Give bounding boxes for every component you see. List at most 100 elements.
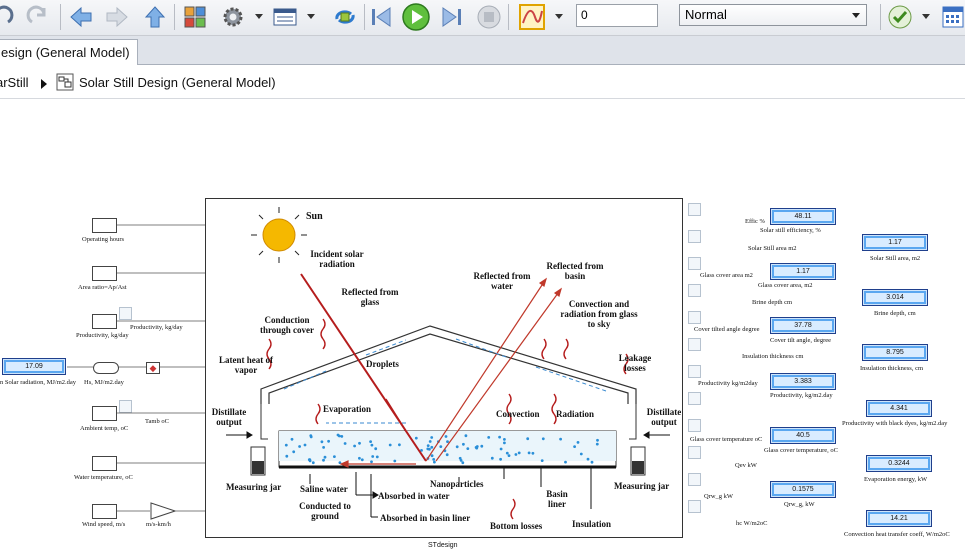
stop-icon[interactable] xyxy=(474,2,504,32)
link-icon xyxy=(688,230,701,243)
output-variable-label: Solar Still area m2 xyxy=(748,245,797,252)
link-icon xyxy=(688,338,701,351)
graph-icon[interactable] xyxy=(517,2,547,32)
step-forward-icon[interactable] xyxy=(437,2,467,32)
link-icon xyxy=(688,284,701,297)
breadcrumb-parent[interactable]: arStill xyxy=(0,75,29,90)
output-variable-label: Cover tilted angle degree xyxy=(694,326,760,333)
convection-label: Convection xyxy=(496,409,540,419)
time-input[interactable]: 0 xyxy=(576,4,658,27)
incident-label: Incident solar radiation xyxy=(310,249,364,269)
output-label: Convection heat transfer coeff, W/m2oC xyxy=(844,531,950,538)
measuring-jar-left-label: Measuring jar xyxy=(226,482,282,492)
saline-water-label: Saline water xyxy=(300,484,348,494)
output-value: 0.3244 xyxy=(870,459,928,468)
latent-heat-label: Latent heat of vapor xyxy=(219,355,273,375)
link-icon xyxy=(688,365,701,378)
output-display: 4.341 xyxy=(866,400,932,417)
back-arrow-icon[interactable] xyxy=(66,2,96,32)
calendar-icon[interactable] xyxy=(938,2,965,32)
measuring-jar-right-label: Measuring jar xyxy=(614,481,670,491)
output-value: 1.17 xyxy=(774,267,832,276)
output-display: 3.383 xyxy=(770,373,836,390)
output-label: Cover tilt angle, degree xyxy=(770,337,832,344)
nanoparticles-label: Nanoparticles xyxy=(430,479,484,489)
left-connectors xyxy=(67,224,205,512)
link-icon xyxy=(688,392,701,405)
output-display: 0.3244 xyxy=(866,455,932,472)
output-value: 8.795 xyxy=(866,348,924,357)
output-value: 0.1575 xyxy=(774,485,832,494)
sun-icon xyxy=(251,207,307,263)
output-variable-label: Insulation thickness cm xyxy=(742,353,804,360)
conv-rad-glass-label: Convection and radiation from glass to s… xyxy=(560,299,638,329)
distillate-left-label: Distillate output xyxy=(211,407,247,427)
output-value: 1.17 xyxy=(866,238,924,247)
output-value: 48.11 xyxy=(774,212,832,221)
output-display: 14.21 xyxy=(866,510,932,527)
forward-arrow-icon[interactable] xyxy=(102,2,132,32)
output-value: 3.383 xyxy=(774,377,832,386)
distillate-right-label: Distillate output xyxy=(646,407,682,427)
bottom-losses-label: Bottom losses xyxy=(490,521,543,531)
output-variable-label: Productivity kg/m2day xyxy=(698,380,758,387)
link-icon xyxy=(688,257,701,270)
conduction-cover-label: Conduction through cover xyxy=(259,315,315,335)
output-value: 4.341 xyxy=(870,404,928,413)
check-icon[interactable] xyxy=(885,2,915,32)
redo-icon[interactable] xyxy=(24,2,54,32)
output-display: 1.17 xyxy=(770,263,836,280)
breadcrumb-current[interactable]: Solar Still Design (General Model) xyxy=(79,75,276,90)
reflected-basin-label: Reflected from basin xyxy=(546,261,604,281)
output-display: 48.11 xyxy=(770,208,836,225)
run-mode-value: Normal xyxy=(685,7,727,22)
solar-radiation-value: 17.09 xyxy=(6,362,62,371)
output-label: Brine depth, cm xyxy=(874,310,916,317)
breadcrumb: arStill Solar Still Design (General Mode… xyxy=(0,66,965,99)
sun-label: Sun xyxy=(306,211,323,222)
output-display: 37.78 xyxy=(770,317,836,334)
link-icon xyxy=(688,311,701,324)
output-value: 37.78 xyxy=(774,321,832,330)
output-display: 40.5 xyxy=(770,427,836,444)
reflected-water-label: Reflected from water xyxy=(473,271,531,291)
tab-solar-still-design[interactable]: esign (General Model) xyxy=(0,39,138,65)
output-label: Solar Still area, m2 xyxy=(870,255,921,262)
absorbed-liner-label: Absorbed in basin liner xyxy=(380,513,471,523)
link-icon xyxy=(688,419,701,432)
output-variable-label: hc W/m2oC xyxy=(736,520,768,527)
model-icon xyxy=(56,73,74,94)
output-label: Glass cover area, m2 xyxy=(758,282,813,289)
output-label: Solar still efficiency, % xyxy=(760,227,821,234)
up-arrow-icon[interactable] xyxy=(140,2,170,32)
tab-bar: esign (General Model) xyxy=(0,36,965,65)
model-canvas: Operating hours Area ratio=Ap/Ast Produc… xyxy=(0,100,965,549)
solar-still-diagram: Sun Incident solar radiation Reflected f… xyxy=(205,198,683,538)
output-label: Qrw_g, kW xyxy=(784,501,815,508)
run-mode-select[interactable]: Normal xyxy=(679,4,867,26)
undo-icon[interactable] xyxy=(0,2,16,32)
main-toolbar: 0 Normal xyxy=(0,0,965,36)
output-value: 3.014 xyxy=(866,293,924,302)
link-icon xyxy=(688,500,701,513)
basin-liner-label: Basin liner xyxy=(546,489,568,509)
output-variable-label: Glass cover area m2 xyxy=(700,272,753,279)
run-icon[interactable] xyxy=(401,2,431,32)
output-value: 40.5 xyxy=(774,431,832,440)
output-variable-label: Qrw_g kW xyxy=(704,493,734,500)
chevron-down-icon xyxy=(852,13,860,18)
table-icon[interactable] xyxy=(270,2,300,32)
output-display: 8.795 xyxy=(862,344,928,361)
output-label: Productivity, kg/m2.day xyxy=(770,392,833,399)
output-display: 3.014 xyxy=(862,289,928,306)
gear-icon[interactable] xyxy=(218,2,248,32)
insulation-label: Insulation xyxy=(572,519,612,529)
loop-icon[interactable] xyxy=(330,2,360,32)
step-back-icon[interactable] xyxy=(366,2,396,32)
output-label: Productivity with black dyes, kg/m2.day xyxy=(842,420,948,427)
link-icon xyxy=(688,446,701,459)
droplets-label: Droplets xyxy=(366,359,399,369)
link-icon xyxy=(688,203,701,216)
output-label: Insulation thickness, cm xyxy=(860,365,924,372)
model-palette-icon[interactable] xyxy=(180,2,210,32)
